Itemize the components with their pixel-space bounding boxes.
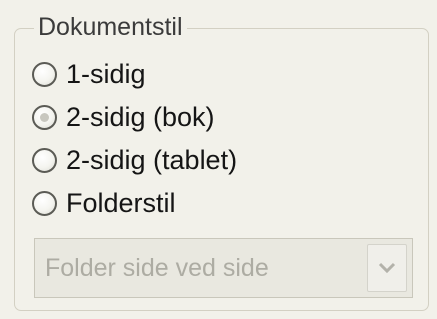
folder-layout-dropdown[interactable]: Folder side ved side — [34, 238, 413, 298]
groupbox-title: Dokumentstil — [34, 13, 187, 41]
chevron-down-icon — [378, 262, 396, 274]
radio-label: Folderstil — [66, 188, 176, 218]
radio-label: 2-sidig (bok) — [66, 102, 215, 132]
radio-option-folderstil[interactable]: Folderstil — [32, 185, 176, 221]
radio-button[interactable] — [32, 61, 57, 87]
radio-label: 1-sidig — [66, 59, 146, 89]
radio-button[interactable] — [32, 190, 57, 216]
dropdown-button[interactable] — [367, 244, 407, 292]
radio-option-2-sidig-tablet[interactable]: 2-sidig (tablet) — [32, 142, 237, 178]
radio-option-1-sidig[interactable]: 1-sidig — [32, 56, 146, 92]
radio-button[interactable] — [32, 147, 57, 173]
radio-option-2-sidig-bok[interactable]: 2-sidig (bok) — [32, 99, 215, 135]
radio-button-selected[interactable] — [32, 104, 57, 130]
dropdown-value: Folder side ved side — [45, 254, 269, 282]
radio-label: 2-sidig (tablet) — [66, 145, 238, 175]
